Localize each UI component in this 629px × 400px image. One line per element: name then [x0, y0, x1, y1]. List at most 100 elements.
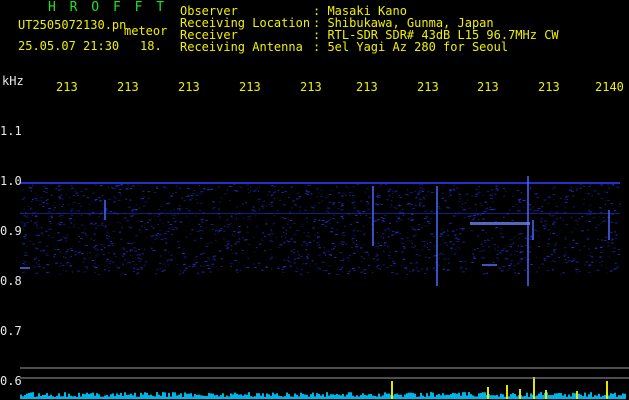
noise-speck	[472, 214, 476, 216]
noise-speck	[168, 230, 170, 232]
noise-speck	[64, 253, 67, 255]
noise-speck	[482, 273, 485, 275]
spectrum-bar	[446, 394, 448, 399]
noise-speck	[296, 229, 299, 231]
noise-speck	[403, 267, 407, 269]
noise-speck	[456, 234, 459, 236]
noise-speck	[342, 192, 344, 194]
noise-speck	[367, 203, 370, 205]
noise-speck	[391, 192, 393, 194]
noise-speck	[130, 243, 132, 245]
noise-speck	[284, 190, 288, 192]
noise-speck	[282, 204, 286, 206]
noise-speck	[166, 221, 170, 223]
noise-speck	[220, 258, 223, 260]
noise-speck	[301, 226, 303, 228]
noise-speck	[214, 233, 216, 235]
spectrum-peak	[487, 387, 489, 399]
noise-speck	[293, 262, 296, 264]
noise-speck	[70, 222, 73, 224]
noise-speck	[270, 232, 272, 234]
spectrum-bar	[182, 396, 184, 399]
noise-speck	[170, 259, 173, 261]
spectrum-bar	[354, 396, 356, 399]
noise-speck	[34, 214, 38, 216]
noise-speck	[46, 271, 49, 273]
noise-speck	[167, 228, 171, 230]
noise-speck	[476, 214, 480, 216]
noise-speck	[94, 199, 98, 201]
noise-speck	[471, 219, 474, 221]
noise-speck	[441, 239, 444, 241]
noise-speck	[200, 191, 203, 193]
y-tick-label: 0.7	[0, 324, 22, 338]
noise-speck	[178, 246, 181, 248]
noise-speck	[306, 256, 309, 258]
noise-speck	[573, 206, 576, 208]
noise-speck	[362, 210, 366, 212]
spectrum-bar	[340, 395, 342, 399]
noise-speck	[226, 219, 229, 221]
noise-speck	[283, 242, 286, 244]
noise-speck	[399, 197, 403, 199]
noise-speck	[521, 233, 524, 235]
noise-speck	[22, 229, 25, 231]
spectrum-bar	[308, 396, 310, 399]
spectrum-bar	[524, 395, 526, 399]
noise-speck	[555, 212, 558, 214]
noise-speck	[599, 255, 603, 257]
noise-speck	[318, 219, 321, 221]
noise-speck	[494, 196, 496, 198]
noise-speck	[453, 253, 456, 255]
noise-speck	[230, 263, 233, 265]
noise-speck	[542, 225, 544, 227]
noise-speck	[504, 257, 506, 259]
spectrum-bar	[66, 396, 68, 399]
noise-speck	[551, 223, 555, 225]
spectrum-bar	[74, 396, 76, 399]
spectrum-bar	[220, 395, 222, 399]
spectrum-bar	[530, 393, 532, 399]
noise-speck	[25, 212, 27, 214]
noise-speck	[250, 186, 252, 188]
spectrum-bar	[338, 394, 340, 399]
noise-speck	[54, 254, 56, 256]
noise-speck	[101, 209, 105, 211]
noise-speck	[511, 219, 514, 221]
x-tick-label: 213	[56, 80, 78, 94]
noise-speck	[77, 203, 81, 205]
noise-speck	[218, 186, 220, 188]
noise-speck	[136, 268, 140, 270]
noise-speck	[474, 213, 477, 215]
noise-speck	[610, 203, 614, 205]
noise-speck	[210, 241, 212, 243]
noise-speck	[317, 236, 321, 238]
noise-speck	[337, 192, 341, 194]
noise-speck	[50, 215, 53, 217]
noise-speck	[454, 252, 457, 254]
noise-speck	[168, 251, 170, 253]
noise-speck	[455, 237, 458, 239]
noise-speck	[608, 187, 610, 189]
noise-speck	[328, 220, 330, 222]
noise-speck	[241, 249, 244, 251]
noise-speck	[227, 240, 229, 242]
noise-speck	[182, 252, 185, 254]
noise-speck	[107, 245, 111, 247]
y-tick-label: 1.1	[0, 124, 22, 138]
spectrum-bar	[234, 392, 236, 399]
spectrum-bar	[94, 395, 96, 399]
noise-speck	[384, 229, 387, 231]
noise-speck	[165, 215, 167, 217]
noise-speck	[392, 230, 395, 232]
noise-speck	[593, 213, 595, 215]
spectrum-bar	[320, 395, 322, 399]
noise-speck	[411, 242, 413, 244]
noise-speck	[596, 224, 600, 226]
noise-speck	[70, 210, 73, 212]
noise-speck	[426, 267, 428, 269]
spectrum-bar	[242, 395, 244, 399]
noise-speck	[444, 242, 447, 244]
noise-speck	[374, 220, 377, 222]
noise-speck	[159, 234, 162, 236]
